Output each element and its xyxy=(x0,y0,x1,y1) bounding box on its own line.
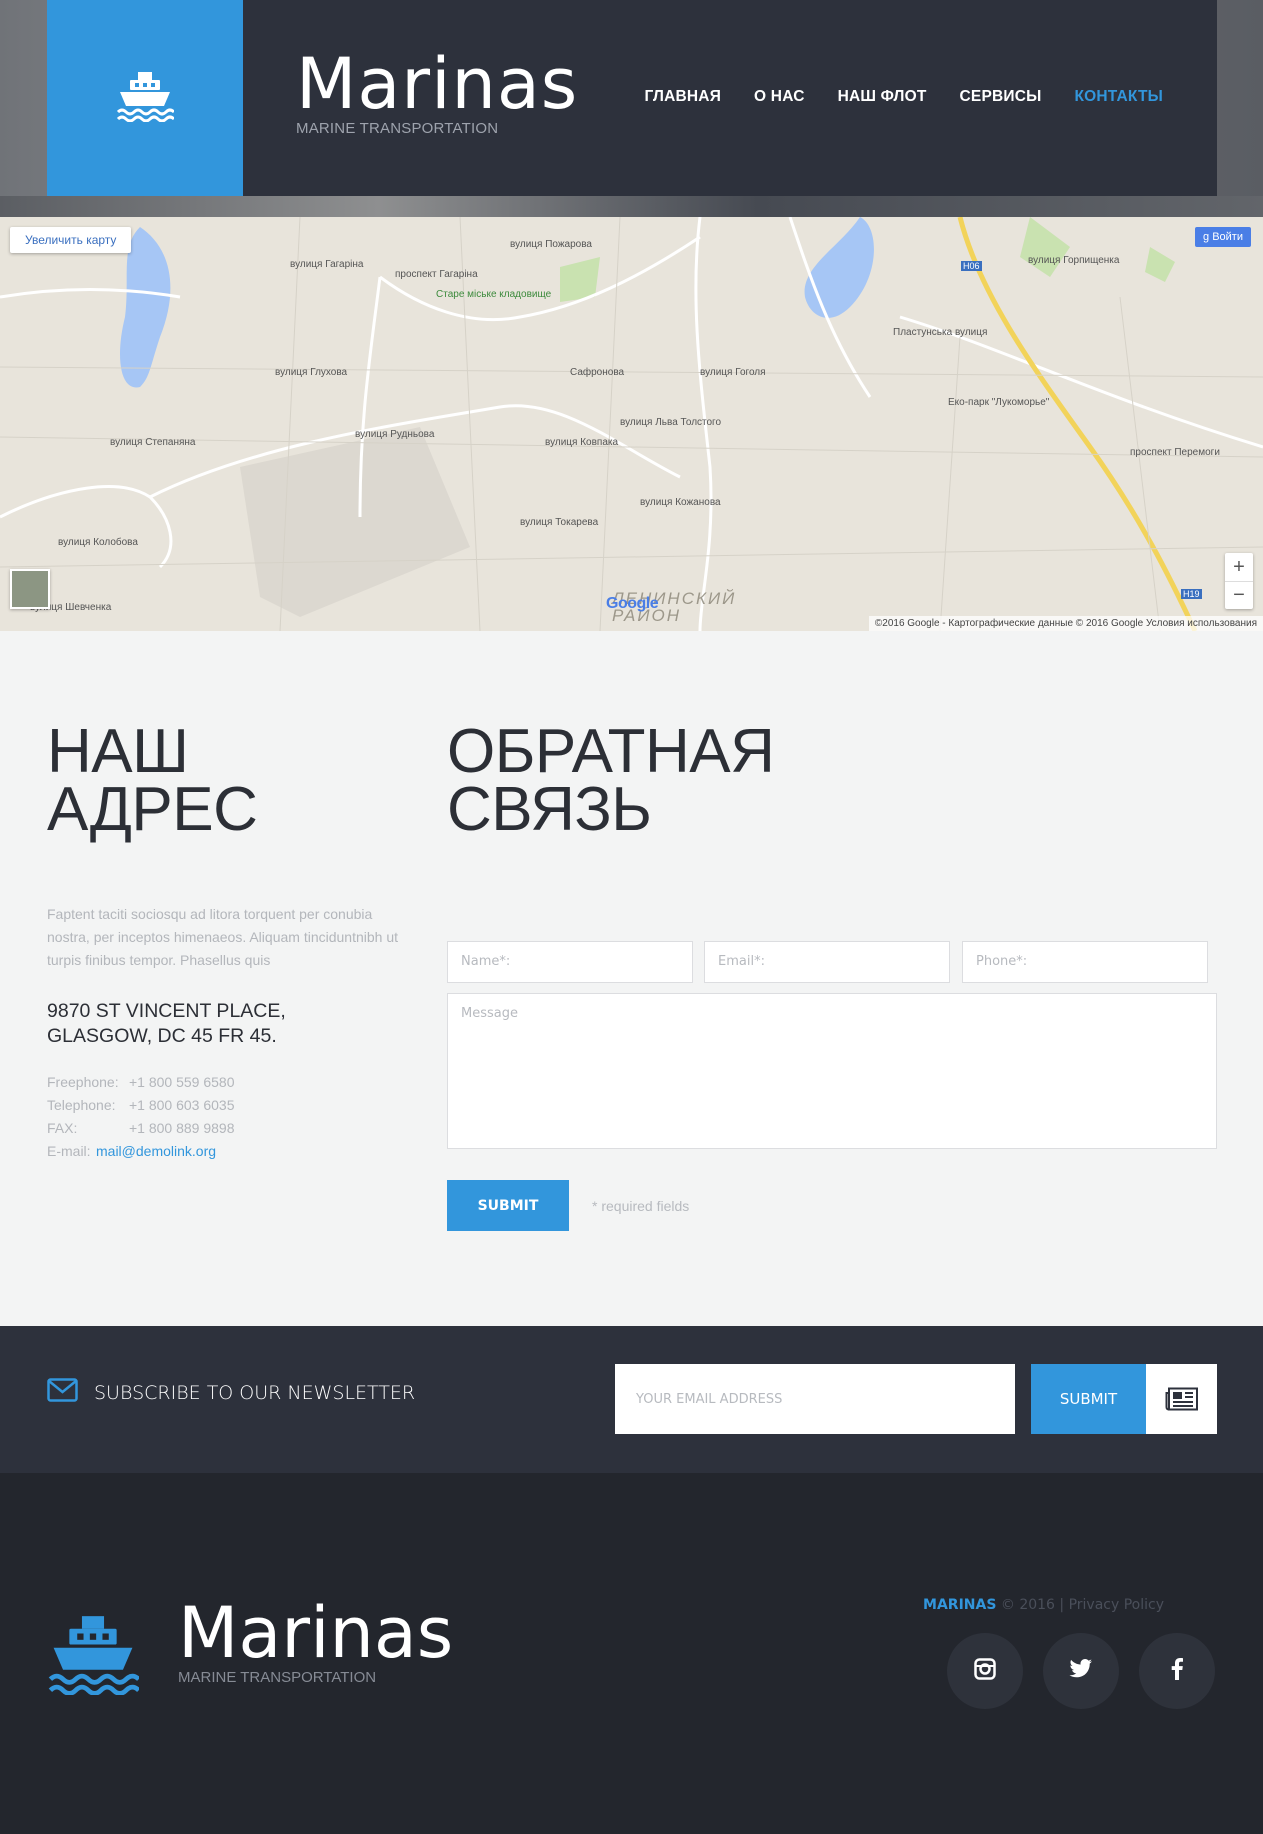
email-row: E-mail: mail@demolink.org xyxy=(47,1140,235,1163)
road-badge: H19 xyxy=(1181,589,1202,599)
copyright-brand: MARINAS xyxy=(923,1597,997,1613)
map-label: вулиця Рудньова xyxy=(355,429,435,440)
contact-section: НАШ АДРЕС ОБРАТНАЯ СВЯЗЬ Faptent taciti … xyxy=(0,631,1263,1326)
map-label: Пластунська вулиця xyxy=(893,327,988,338)
detail-value: +1 800 559 6580 xyxy=(129,1074,235,1090)
nav-item-about[interactable]: О НАС xyxy=(754,88,805,106)
site-header: Marinas MARINE TRANSPORTATION ГЛАВНАЯ О … xyxy=(47,0,1217,196)
map-attribution[interactable]: ©2016 Google - Картографические данные ©… xyxy=(868,616,1263,631)
footer-brand-title: Marinas xyxy=(178,1592,454,1674)
nav-item-services[interactable]: СЕРВИСЫ xyxy=(960,88,1042,106)
brand: Marinas MARINE TRANSPORTATION xyxy=(296,44,578,137)
detail-value: +1 800 603 6035 xyxy=(129,1097,235,1113)
map-label: Еко-парк "Лукоморье" xyxy=(948,397,1050,408)
detail-value: +1 800 889 9898 xyxy=(129,1120,235,1136)
address-description: Faptent taciti sociosqu ad litora torque… xyxy=(47,906,398,968)
nav-item-home[interactable]: ГЛАВНАЯ xyxy=(644,88,721,106)
map-login-label: Войти xyxy=(1212,231,1243,243)
map-label: вулиця Гоголя xyxy=(700,367,766,378)
newsletter-section: SUBSCRIBE TO OUR NEWSLETTER YOUR EMAIL A… xyxy=(0,1326,1263,1473)
map-label: Старе міське кладовище xyxy=(436,289,552,300)
satellite-toggle[interactable] xyxy=(10,569,50,609)
map-login-button[interactable]: g Войти xyxy=(1195,227,1251,247)
google-plus-icon: g xyxy=(1203,231,1213,243)
instagram-icon xyxy=(974,1657,996,1685)
map-label: Сафронова xyxy=(570,367,625,378)
postal-address: 9870 ST VINCENT PLACE, GLASGOW, DC 45 FR… xyxy=(47,999,286,1049)
facebook-button[interactable] xyxy=(1139,1633,1215,1709)
newspaper-icon[interactable] xyxy=(1146,1364,1217,1434)
telephone-row: Telephone: +1 800 603 6035 xyxy=(47,1094,235,1117)
google-map[interactable]: вулиця Гагаріна проспект Гагаріна Старе … xyxy=(0,217,1263,631)
map-label: проспект Гагаріна xyxy=(395,269,478,280)
map-label: вулиця Гагаріна xyxy=(290,259,364,270)
map-label: вулиця Льва Толстого xyxy=(620,417,722,428)
twitter-icon xyxy=(1069,1658,1093,1684)
copyright: MARINAS © 2016 | Privacy Policy xyxy=(923,1597,1164,1613)
road-badge: H06 xyxy=(961,261,982,271)
phone-field[interactable]: Phone*: xyxy=(962,941,1208,983)
message-field[interactable]: Message xyxy=(447,993,1217,1149)
envelope-icon xyxy=(47,1378,78,1407)
fax-row: FAX: +1 800 889 9898 xyxy=(47,1117,235,1140)
map-label: вулиця Кожанова xyxy=(640,497,721,508)
map-label: вулиця Пожарова xyxy=(510,239,592,250)
address-heading: НАШ АДРЕС xyxy=(47,717,258,844)
required-note: * required fields xyxy=(592,1198,690,1214)
copyright-text: © 2016 | xyxy=(1000,1597,1065,1613)
email-link[interactable]: mail@demolink.org xyxy=(96,1140,216,1163)
newsletter-email-input[interactable]: YOUR EMAIL ADDRESS xyxy=(615,1364,1015,1434)
google-logo: Google xyxy=(606,595,659,612)
nav-item-fleet[interactable]: НАШ ФЛОТ xyxy=(838,88,927,106)
map-label: вулиця Ковпака xyxy=(545,437,619,448)
site-footer: Marinas MARINE TRANSPORTATION MARINAS © … xyxy=(0,1473,1263,1834)
map-label: вулиця Глухова xyxy=(275,367,348,378)
map-label: вулиця Токарева xyxy=(520,517,599,528)
map-label: вулиця Горпищенка xyxy=(1028,255,1120,266)
newsletter-text: SUBSCRIBE TO OUR NEWSLETTER xyxy=(94,1381,416,1404)
detail-label: Telephone: xyxy=(47,1097,116,1113)
ship-icon[interactable] xyxy=(47,1613,141,1700)
facebook-icon xyxy=(1171,1657,1183,1685)
zoom-control: + − xyxy=(1225,553,1253,609)
social-links xyxy=(947,1633,1215,1709)
newsletter-label: SUBSCRIBE TO OUR NEWSLETTER xyxy=(47,1378,415,1407)
name-field[interactable]: Name*: xyxy=(447,941,693,983)
main-nav: ГЛАВНАЯ О НАС НАШ ФЛОТ СЕРВИСЫ КОНТАКТЫ xyxy=(644,88,1163,106)
map-label: вулиця Колобова xyxy=(58,537,138,548)
detail-label: E-mail: xyxy=(47,1143,91,1159)
logo-link[interactable] xyxy=(47,0,243,196)
submit-button[interactable]: SUBMIT xyxy=(447,1180,569,1231)
map-label: проспект Перемоги xyxy=(1130,447,1220,458)
freephone-row: Freephone: +1 800 559 6580 xyxy=(47,1071,235,1094)
privacy-policy-link[interactable]: Privacy Policy xyxy=(1069,1597,1164,1613)
address-line: 9870 ST VINCENT PLACE, xyxy=(47,1000,286,1022)
feedback-heading: ОБРАТНАЯ СВЯЗЬ xyxy=(447,717,775,844)
brand-title: Marinas xyxy=(296,43,579,125)
ship-icon xyxy=(116,70,176,127)
zoom-in-button[interactable]: + xyxy=(1225,553,1253,581)
email-field[interactable]: Email*: xyxy=(704,941,950,983)
enlarge-map-button[interactable]: Увеличить карту xyxy=(10,227,132,253)
instagram-button[interactable] xyxy=(947,1633,1023,1709)
address-line: GLASGOW, DC 45 FR 45. xyxy=(47,1025,277,1047)
contact-details: Freephone: +1 800 559 6580 Telephone: +1 8… xyxy=(47,1071,235,1163)
footer-brand: Marinas MARINE TRANSPORTATION xyxy=(178,1593,453,1686)
detail-label: FAX: xyxy=(47,1120,78,1136)
newsletter-submit-button[interactable]: SUBMIT xyxy=(1031,1364,1146,1434)
twitter-button[interactable] xyxy=(1043,1633,1119,1709)
map-label: вулиця Степаняна xyxy=(110,437,196,448)
nav-item-contacts[interactable]: КОНТАКТЫ xyxy=(1075,88,1164,106)
detail-label: Freephone: xyxy=(47,1074,119,1090)
zoom-out-button[interactable]: − xyxy=(1225,581,1253,609)
